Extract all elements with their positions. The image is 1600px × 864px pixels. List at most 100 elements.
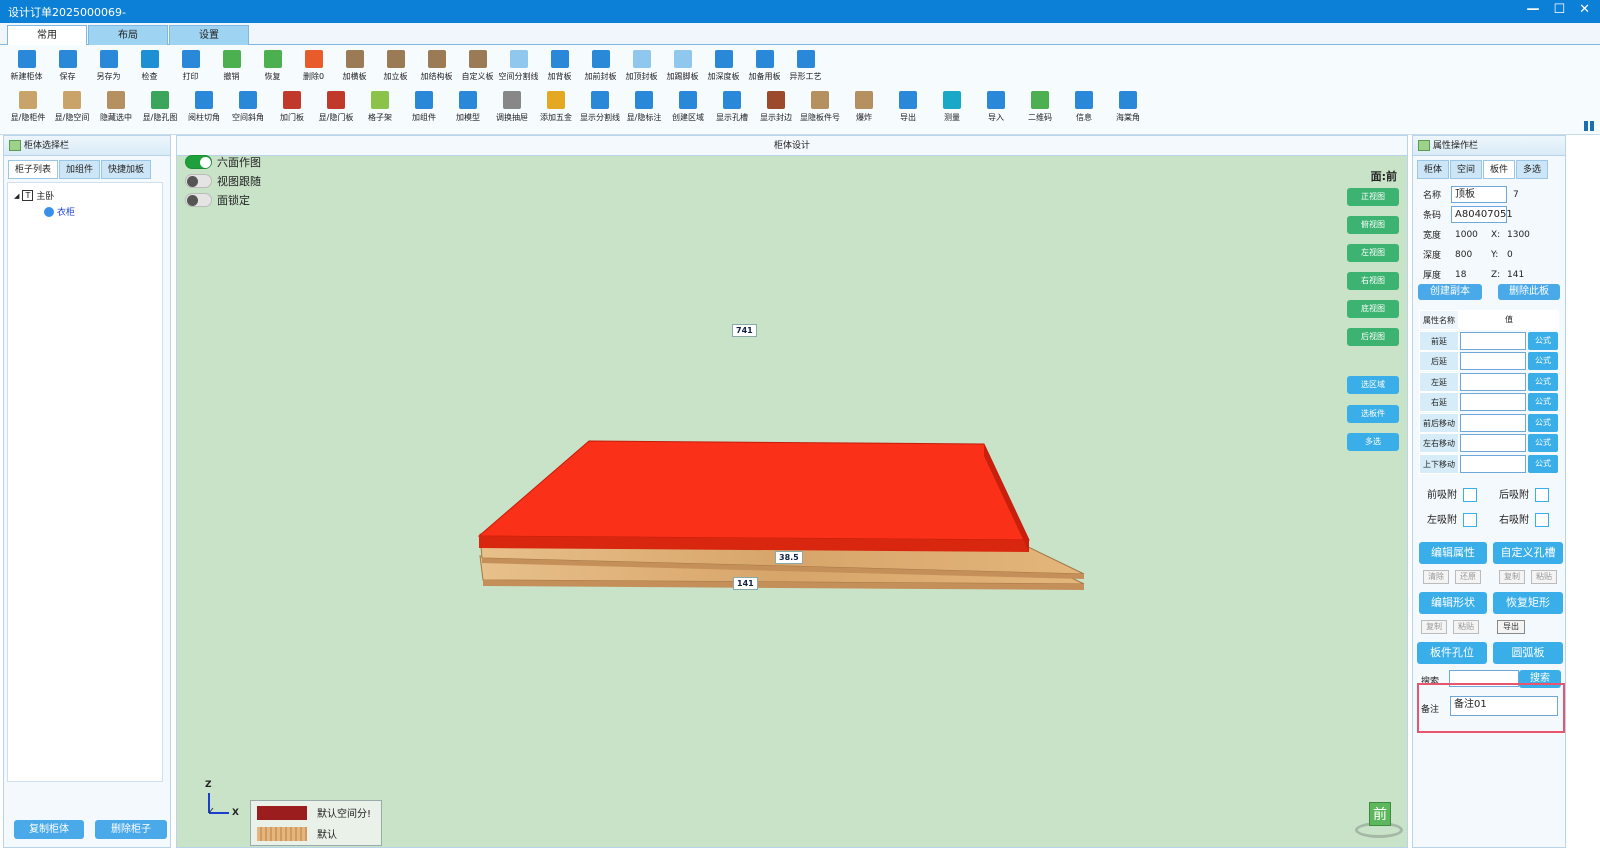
property-value-input[interactable] xyxy=(1460,393,1526,411)
toolbar-button[interactable]: 加门板 xyxy=(270,91,314,123)
toolbar-button[interactable]: 隐藏选中 xyxy=(94,91,138,123)
attach-right[interactable]: 右吸附 xyxy=(1499,511,1549,527)
formula-button[interactable]: 公式 xyxy=(1528,372,1558,391)
toolbar-button[interactable]: 新建柜体 xyxy=(6,50,47,82)
property-value-input[interactable] xyxy=(1460,352,1526,370)
toolbar-button[interactable]: 阅柱切角 xyxy=(182,91,226,123)
toolbar-button[interactable]: 加顶封板 xyxy=(621,50,662,82)
top-board-selected[interactable] xyxy=(477,440,1030,541)
view-cube[interactable]: 前 xyxy=(1353,800,1405,844)
toolbar-button[interactable]: 另存为 xyxy=(88,50,129,82)
toolbar-button[interactable]: 打印 xyxy=(170,50,211,82)
expand-icon[interactable]: ◢ xyxy=(14,192,19,200)
toolbar-button[interactable]: 导入 xyxy=(974,91,1018,123)
toolbar-button[interactable]: 删除0 xyxy=(293,50,334,82)
toolbar-button[interactable]: 加横板 xyxy=(334,50,375,82)
toolbar-button[interactable]: 测量 xyxy=(930,91,974,123)
formula-button[interactable]: 公式 xyxy=(1528,352,1558,370)
toolbar-button[interactable]: 显隐板件号 xyxy=(798,91,842,123)
toolbar-button[interactable]: 显示封边 xyxy=(754,91,798,123)
toolbar-button[interactable]: 二维码 xyxy=(1018,91,1062,123)
toolbar-button[interactable]: 检查 xyxy=(129,50,170,82)
restore-rect-button[interactable]: 恢复矩形 xyxy=(1493,592,1563,614)
toolbar-button[interactable]: 加踢脚板 xyxy=(662,50,703,82)
grid-icon[interactable] xyxy=(1584,121,1594,131)
maximize-button[interactable]: ☐ xyxy=(1553,2,1565,17)
copy-cabinet-button[interactable]: 复制柜体 xyxy=(14,820,84,839)
toolbar-button[interactable]: 显示分割线 xyxy=(578,91,622,123)
tab-multi[interactable]: 多选 xyxy=(1516,160,1549,179)
toolbar-button[interactable]: 加深度板 xyxy=(703,50,744,82)
formula-button[interactable]: 公式 xyxy=(1528,454,1558,473)
attach-back-checkbox[interactable] xyxy=(1535,488,1549,502)
attach-front-checkbox[interactable] xyxy=(1463,488,1477,502)
tab-board[interactable]: 板件 xyxy=(1483,160,1516,179)
attach-front[interactable]: 前吸附 xyxy=(1427,486,1477,502)
toolbar-button[interactable]: 空间斜角 xyxy=(226,91,270,123)
toolbar-button[interactable]: 显/隐孔图 xyxy=(138,91,182,123)
shape-copy-button[interactable]: 复制 xyxy=(1421,620,1447,634)
toolbar-button[interactable]: 加备用板 xyxy=(744,50,785,82)
minimize-button[interactable]: — xyxy=(1526,2,1539,17)
property-value-input[interactable] xyxy=(1460,413,1526,432)
toolbar-button[interactable]: 恢复 xyxy=(252,50,293,82)
toolbar-button[interactable]: 创建区域 xyxy=(666,91,710,123)
paste-button[interactable]: 粘贴 xyxy=(1531,570,1557,584)
toolbar-button[interactable]: 加立板 xyxy=(375,50,416,82)
tree-node-wardrobe[interactable]: 衣柜 xyxy=(44,205,75,218)
edit-props-button[interactable]: 编辑属性 xyxy=(1419,542,1487,564)
toolbar-button[interactable]: 空间分割线 xyxy=(498,50,539,82)
custom-hole-button[interactable]: 自定义孔槽 xyxy=(1493,542,1563,564)
property-value-input[interactable] xyxy=(1460,331,1526,350)
delete-cabinet-button[interactable]: 删除柜子 xyxy=(95,820,167,839)
restore-button[interactable]: 还原 xyxy=(1455,570,1481,584)
toolbar-button[interactable]: 异形工艺 xyxy=(785,50,826,82)
export-button[interactable]: 导出 xyxy=(1497,620,1525,634)
toolbar-button[interactable]: 加模型 xyxy=(446,91,490,123)
tab-space[interactable]: 空间 xyxy=(1450,160,1483,179)
formula-button[interactable]: 公式 xyxy=(1528,393,1558,411)
tab-quick-board[interactable]: 快捷加板 xyxy=(101,160,152,179)
formula-button[interactable]: 公式 xyxy=(1528,331,1558,350)
toolbar-button[interactable]: 自定义板 xyxy=(457,50,498,82)
toolbar-button[interactable]: 显/隐柜件 xyxy=(6,91,50,123)
toolbar-button[interactable]: 爆炸 xyxy=(842,91,886,123)
toolbar-button[interactable]: 加组件 xyxy=(402,91,446,123)
tab-add-component[interactable]: 加组件 xyxy=(59,160,101,179)
formula-button[interactable]: 公式 xyxy=(1528,413,1558,432)
tree-node-root[interactable]: ◢ T 主卧 xyxy=(14,189,54,202)
name-input[interactable]: 顶板 xyxy=(1451,186,1507,203)
attach-back[interactable]: 后吸附 xyxy=(1499,486,1549,502)
delete-board-button[interactable]: 删除此板 xyxy=(1498,284,1560,300)
toolbar-button[interactable]: 显/隐门板 xyxy=(314,91,358,123)
attach-right-checkbox[interactable] xyxy=(1535,513,1549,527)
toolbar-button[interactable]: 加结构板 xyxy=(416,50,457,82)
shape-paste-button[interactable]: 粘贴 xyxy=(1453,620,1479,634)
toolbar-button[interactable]: 信息 xyxy=(1062,91,1106,123)
toolbar-button[interactable]: 海棠角 xyxy=(1106,91,1150,123)
toolbar-button[interactable]: 格子架 xyxy=(358,91,402,123)
attach-left-checkbox[interactable] xyxy=(1463,513,1477,527)
toolbar-button[interactable]: 显/隐标注 xyxy=(622,91,666,123)
toolbar-button[interactable]: 加前封板 xyxy=(580,50,621,82)
cabinet-3d-view[interactable] xyxy=(177,156,1407,846)
hole-position-button[interactable]: 板件孔位 xyxy=(1417,642,1487,664)
toolbar-button[interactable]: 显/隐空间 xyxy=(50,91,94,123)
toolbar-button[interactable]: 调换抽屉 xyxy=(490,91,534,123)
tab-layout[interactable]: 布局 xyxy=(88,25,168,45)
design-canvas[interactable]: 柜体设计 六面作图 视图跟随 面锁定 面:前 正视图 俯视图 左视图 右视图 底… xyxy=(176,135,1408,848)
property-value-input[interactable] xyxy=(1460,434,1526,452)
attach-left[interactable]: 左吸附 xyxy=(1427,511,1477,527)
toolbar-button[interactable]: 添加五金 xyxy=(534,91,578,123)
tab-common[interactable]: 常用 xyxy=(7,25,87,45)
toolbar-button[interactable]: 导出 xyxy=(886,91,930,123)
edit-shape-button[interactable]: 编辑形状 xyxy=(1419,592,1487,614)
tab-cabinet[interactable]: 柜体 xyxy=(1417,160,1450,179)
code-input[interactable]: A80407051 xyxy=(1451,206,1513,223)
arc-board-button[interactable]: 圆弧板 xyxy=(1493,642,1563,664)
toolbar-button[interactable]: 撤销 xyxy=(211,50,252,82)
toolbar-button[interactable]: 保存 xyxy=(47,50,88,82)
clear-button[interactable]: 清除 xyxy=(1423,570,1449,584)
toolbar-button[interactable]: 显示孔槽 xyxy=(710,91,754,123)
tab-settings[interactable]: 设置 xyxy=(169,25,249,45)
